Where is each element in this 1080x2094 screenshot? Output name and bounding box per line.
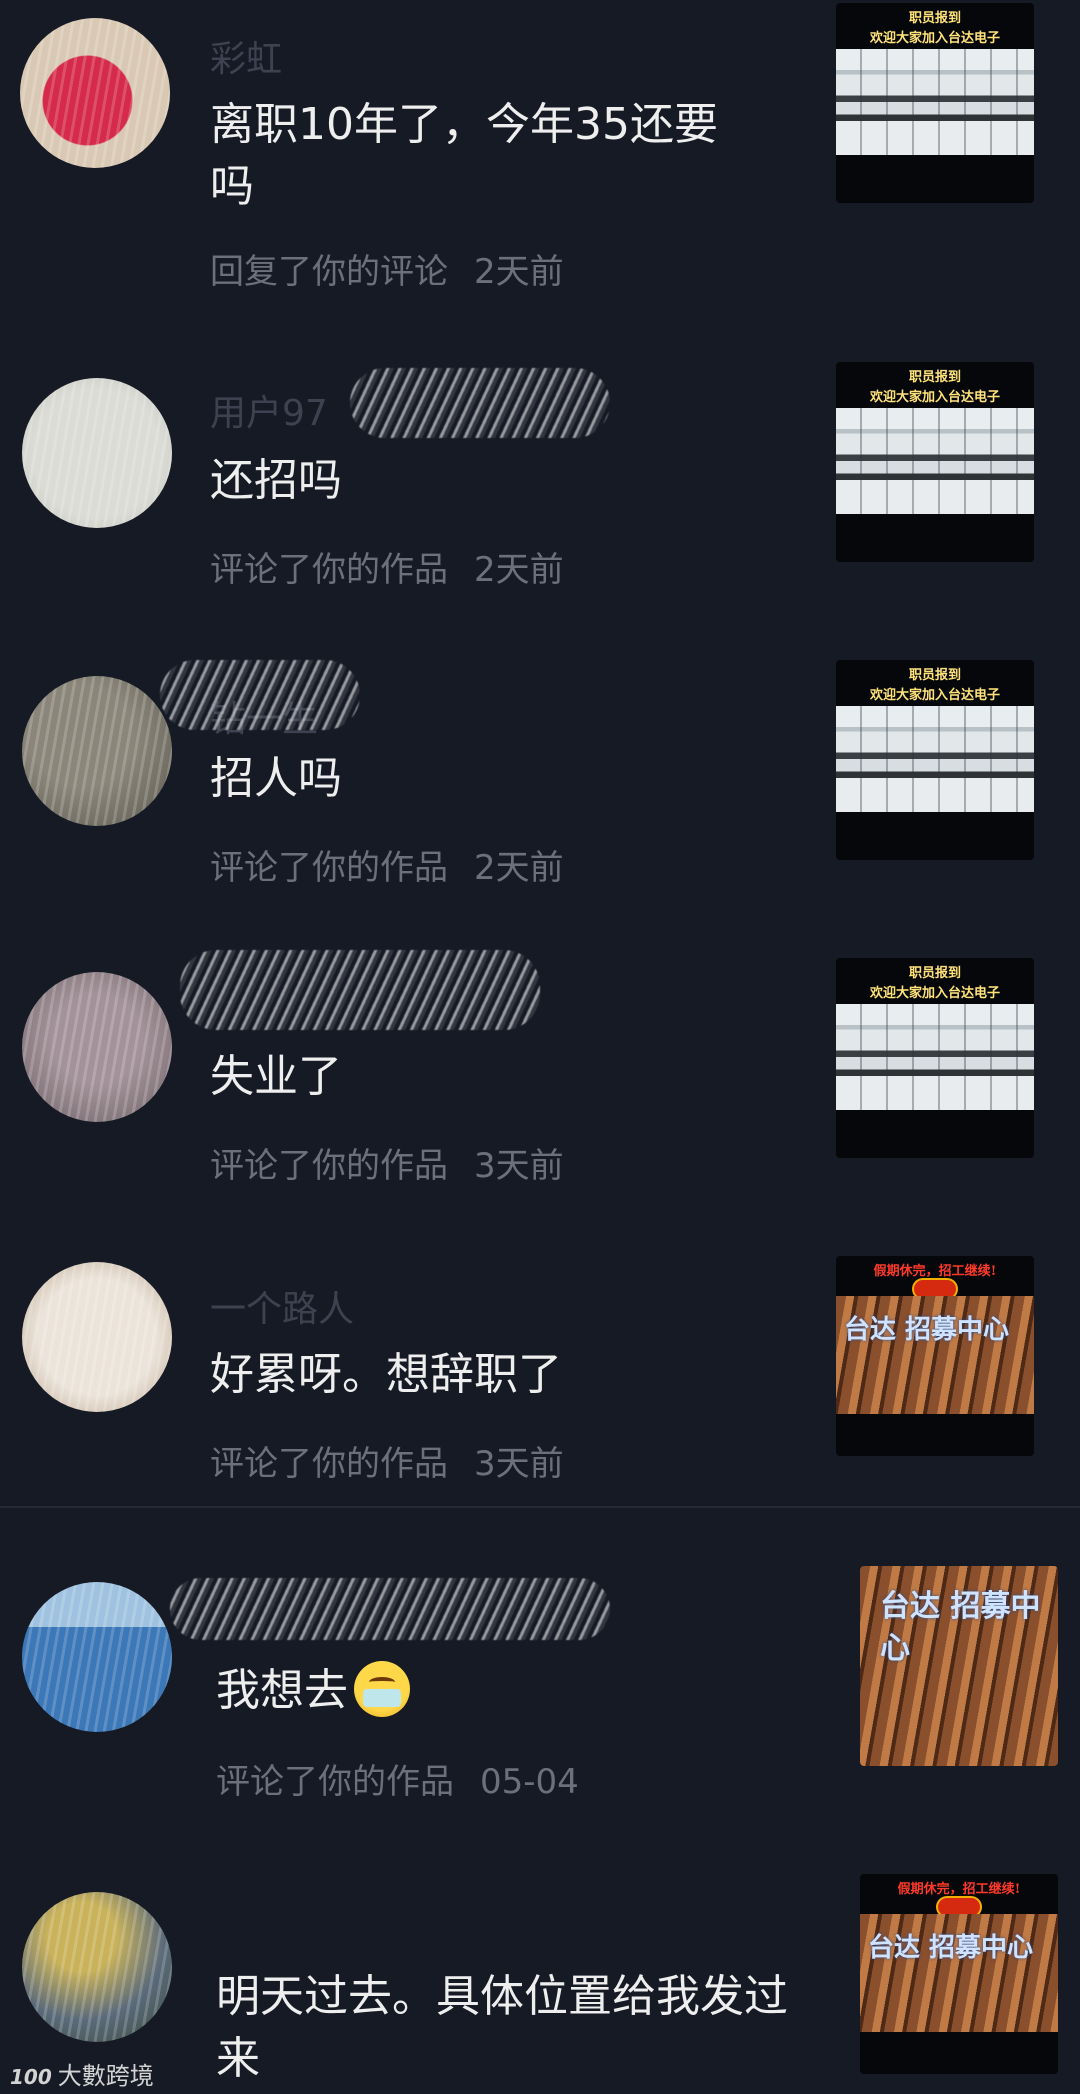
- thumbnail-caption: 职员报到 欢迎大家加入台达电子: [869, 668, 1000, 703]
- thumbnail-sign: 台达 招募中心: [868, 1933, 1034, 1963]
- action-text: 评论了你的作品: [210, 1444, 448, 1484]
- username[interactable]: 彩虹: [210, 30, 282, 82]
- user-avatar[interactable]: [22, 1582, 172, 1732]
- time-text: 2天前: [474, 252, 564, 292]
- redaction-scribble: [350, 368, 610, 438]
- comment-text[interactable]: 招人吗: [210, 748, 810, 810]
- time-text: 3天前: [474, 1146, 564, 1186]
- redaction-scribble: [170, 1578, 610, 1640]
- comment-meta: 评论了你的作品 3天前: [210, 1436, 564, 1485]
- action-text: 评论了你的作品: [210, 1146, 448, 1186]
- section-divider: [0, 1506, 1080, 1508]
- notification-feed: 彩虹 离职10年了，今年35还要吗 回复了你的评论 2天前 职员报到 欢迎大家加入…: [0, 0, 1080, 2094]
- watermark: 100 大數跨境: [10, 2056, 154, 2091]
- mask-face-emoji-icon: [354, 1661, 410, 1717]
- time-text: 2天前: [474, 550, 564, 590]
- thumbnail-photo: 台达 招募中心: [860, 1566, 1058, 1766]
- action-text: 评论了你的作品: [216, 1762, 454, 1802]
- comment-text[interactable]: 我想去: [216, 1660, 816, 1722]
- action-text: 评论了你的作品: [210, 550, 448, 590]
- comment-text[interactable]: 失业了: [210, 1046, 810, 1108]
- time-text: 05-04: [480, 1762, 579, 1802]
- thumbnail-sign: 台达 招募中心: [880, 1589, 1041, 1666]
- video-thumbnail[interactable]: 假期休完，招工继续! 台达 招募中心: [860, 1874, 1058, 2074]
- thumbnail-caption: 职员报到 欢迎大家加入台达电子: [869, 11, 1000, 46]
- comment-text[interactable]: 离职10年了，今年35还要吗: [210, 94, 750, 218]
- redaction-scribble: [180, 950, 540, 1030]
- redaction-scribble: [160, 660, 360, 730]
- thumbnail-caption: 假期休完，招工继续!: [873, 1264, 997, 1279]
- comment-meta: 评论了你的作品 2天前: [210, 840, 564, 889]
- user-avatar[interactable]: [22, 1262, 172, 1412]
- user-avatar[interactable]: [22, 676, 172, 826]
- user-avatar[interactable]: [20, 18, 170, 168]
- thumbnail-photo: [836, 49, 1034, 155]
- thumbnail-caption: 职员报到 欢迎大家加入台达电子: [869, 370, 1000, 405]
- thumbnail-caption: 假期休完，招工继续!: [897, 1882, 1021, 1897]
- comment-meta: 评论了你的作品 3天前: [210, 1138, 564, 1187]
- time-text: 3天前: [474, 1444, 564, 1484]
- comment-text[interactable]: 明天过去。具体位置给我发过来: [216, 1966, 816, 2090]
- video-thumbnail[interactable]: 职员报到 欢迎大家加入台达电子: [836, 660, 1034, 860]
- comment-meta: 评论了你的作品 2天前: [210, 542, 564, 591]
- user-avatar[interactable]: [22, 972, 172, 1122]
- time-text: 2天前: [474, 848, 564, 888]
- user-avatar[interactable]: [22, 378, 172, 528]
- thumbnail-photo: 台达 招募中心: [836, 1296, 1034, 1414]
- watermark-text: 大數跨境: [57, 2062, 154, 2090]
- username[interactable]: 用户97: [210, 384, 328, 436]
- comment-text[interactable]: 还招吗: [210, 450, 810, 512]
- video-thumbnail[interactable]: 假期休完，招工继续! 台达 招募中心: [836, 1256, 1034, 1456]
- thumbnail-photo: [836, 1004, 1034, 1110]
- watermark-logo-icon: 100: [10, 2065, 52, 2089]
- thumbnail-sign: 台达 招募中心: [844, 1315, 1010, 1345]
- video-thumbnail[interactable]: 职员报到 欢迎大家加入台达电子: [836, 362, 1034, 562]
- thumbnail-photo: 台达 招募中心: [860, 1914, 1058, 2032]
- action-text: 回复了你的评论: [210, 252, 448, 292]
- username[interactable]: 一个路人: [210, 1280, 354, 1332]
- video-thumbnail[interactable]: 职员报到 欢迎大家加入台达电子: [836, 3, 1034, 203]
- thumbnail-photo: [836, 706, 1034, 812]
- action-text: 评论了你的作品: [210, 848, 448, 888]
- thumbnail-caption: 职员报到 欢迎大家加入台达电子: [869, 966, 1000, 1001]
- comment-meta: 回复了你的评论 2天前: [210, 244, 564, 293]
- thumbnail-photo: [836, 408, 1034, 514]
- user-avatar[interactable]: [22, 1892, 172, 2042]
- comment-meta: 评论了你的作品 05-04: [216, 1754, 579, 1803]
- video-thumbnail[interactable]: 职员报到 欢迎大家加入台达电子: [836, 958, 1034, 1158]
- video-thumbnail[interactable]: 台达 招募中心: [860, 1566, 1058, 1766]
- comment-text[interactable]: 好累呀。想辞职了: [210, 1344, 810, 1406]
